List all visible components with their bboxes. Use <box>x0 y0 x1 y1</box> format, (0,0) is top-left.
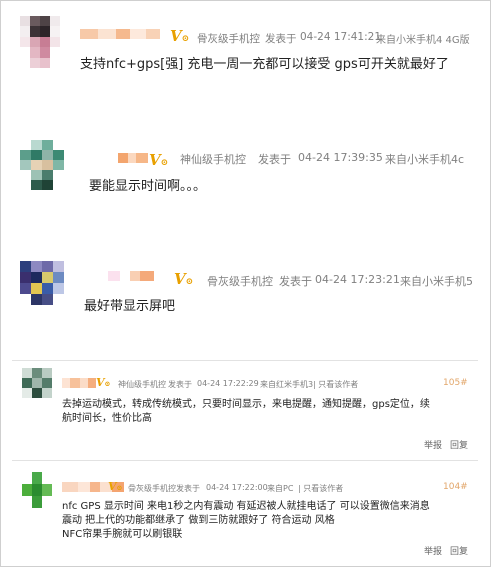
report-link[interactable]: 举报 <box>424 438 442 451</box>
posted-label: 发表于 <box>279 275 312 288</box>
comment-text-line: NFC帘果手腕就可以刷银联 <box>62 529 183 540</box>
posted-label: 发表于 <box>265 33 297 45</box>
post-time: 04-24 17:22:00 <box>206 483 268 492</box>
comment-text-line: 震动 把上代的功能都继承了 做到三防就跟好了 符合运动 风格 <box>62 515 335 526</box>
post-time: 04-24 17:41:21 <box>300 31 382 43</box>
post-source: 来自小米手机5 <box>400 275 473 288</box>
nickname-mosaic[interactable] <box>108 271 154 281</box>
post-source: 来自小米手机4 4G版 <box>376 35 470 46</box>
reply-link[interactable]: 回复 <box>450 544 468 557</box>
comment-text-line: nfc GPS 显示时间 来电1秒之内有震动 有延迟被人就挂电话了 可以设置微信… <box>62 501 430 512</box>
avatar[interactable] <box>22 368 52 398</box>
vip-v-icon: V⊙ <box>170 27 190 45</box>
comment-text: 最好带显示屏吧 <box>84 299 176 314</box>
floor-number: 104# <box>443 482 468 492</box>
user-level[interactable]: 骨灰级手机控 <box>207 273 273 289</box>
post-time: 04-24 17:23:21 <box>315 273 400 286</box>
comment-text: 支持nfc+gps[强] 充电一周一充都可以接受 gps可开关就最好了 <box>80 57 449 72</box>
avatar[interactable] <box>20 261 64 305</box>
vip-v-icon: V⊙ <box>108 480 123 493</box>
vip-v-icon: V⊙ <box>149 151 169 169</box>
comment-text-line: 去掉运动模式，转成传统模式，只要时间显示，来电提醒，通知提醒，gps定位，续 <box>62 399 430 410</box>
post-time: 04-24 17:22:29 <box>197 379 259 388</box>
avatar[interactable] <box>22 472 52 508</box>
post-source: 来自PC <box>267 484 294 493</box>
user-level[interactable]: 神仙级手机控 <box>118 379 166 390</box>
nickname-mosaic[interactable] <box>62 378 96 388</box>
comment-text-line: 航时间长，性价比高 <box>62 413 152 424</box>
only-this-author-link[interactable]: | 只看该作者 <box>313 379 358 390</box>
avatar[interactable] <box>20 140 64 190</box>
divider <box>12 460 478 461</box>
nickname-mosaic[interactable] <box>118 153 148 163</box>
post-source: 来自小米手机4c <box>385 153 465 166</box>
vip-v-icon: V⊙ <box>96 376 111 389</box>
reply-link[interactable]: 回复 <box>450 438 468 451</box>
user-level[interactable]: 骨灰级手机控 <box>128 483 176 494</box>
posted-label: 发表于 <box>176 484 200 493</box>
report-link[interactable]: 举报 <box>424 544 442 557</box>
floor-number: 105# <box>443 378 468 388</box>
post-time: 04-24 17:39:35 <box>298 151 383 164</box>
posted-label: 发表于 <box>168 380 192 389</box>
user-level[interactable]: 神仙级手机控 <box>180 151 246 167</box>
avatar[interactable] <box>20 16 60 68</box>
posted-label: 发表于 <box>258 153 291 166</box>
comment-text: 要能显示时间啊。。。 <box>89 179 207 194</box>
nickname-mosaic[interactable] <box>80 29 160 39</box>
user-level[interactable]: 骨灰级手机控 <box>197 31 260 46</box>
divider <box>12 360 478 361</box>
only-this-author-link[interactable]: | 只看该作者 <box>298 483 343 494</box>
post-source: 来自红米手机3 <box>260 380 314 389</box>
vip-v-icon: V⊙ <box>174 270 194 288</box>
